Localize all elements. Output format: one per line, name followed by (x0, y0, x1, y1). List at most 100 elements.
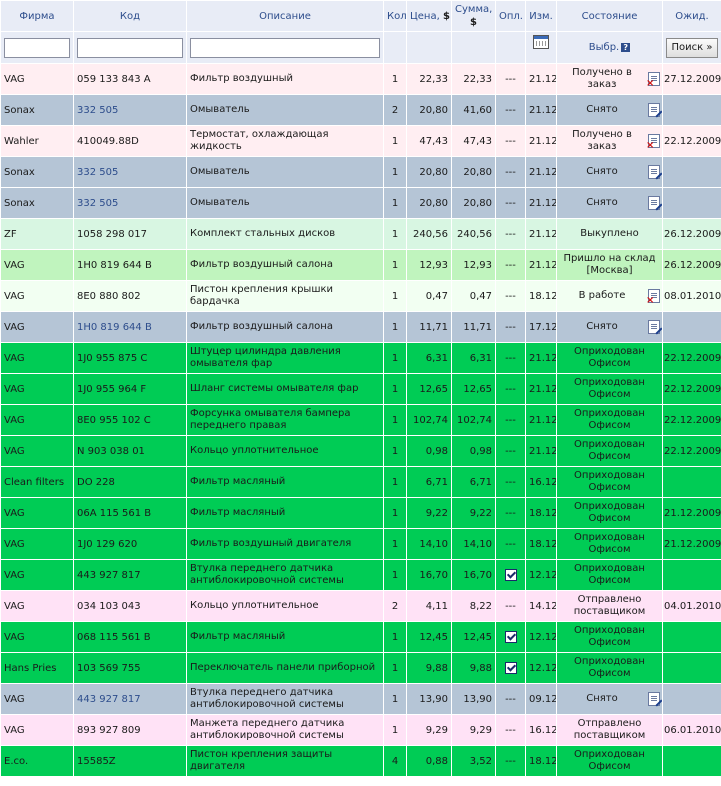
paid-cell: --- (495, 714, 526, 746)
expected-cell: 26.12.2009 (662, 218, 721, 250)
state-text: Снято (586, 321, 618, 332)
help-icon[interactable]: ? (621, 42, 631, 52)
changed-cell: 21.12 (525, 94, 557, 126)
table-row[interactable]: ZF 1058 298 017 Комплект стальных дисков… (0, 218, 721, 250)
paid-checkbox[interactable] (504, 662, 517, 674)
table-row[interactable]: E.co. 15585Z Пистон крепления защиты дви… (0, 745, 721, 777)
filter-firm-input[interactable] (4, 37, 70, 58)
state-wrapper: Отправлено поставщиком (559, 594, 660, 618)
cancel-document-icon[interactable] (646, 134, 660, 151)
col-state[interactable]: Состояние (556, 0, 663, 32)
filter-desc-input[interactable] (190, 37, 380, 58)
state-text: Оприходован Офисом (574, 408, 645, 431)
table-row[interactable]: VAG 1J0 955 875 C Штуцер цилиндра давлен… (0, 342, 721, 374)
desc-cell: Кольцо уплотнительное (186, 435, 384, 467)
state-wrapper: Оприходован Офисом (559, 749, 660, 773)
state-text: Снято (586, 104, 618, 115)
firm-cell: ZF (0, 218, 74, 250)
changed-cell: 21.12 (525, 404, 557, 436)
sum-cell: 22,33 (451, 63, 496, 95)
code-cell: DO 228 (73, 466, 187, 498)
code-cell: 1J0 955 875 C (73, 342, 187, 374)
price-cell: 0,88 (406, 745, 452, 777)
expected-cell: 08.01.2010 (662, 280, 721, 312)
code-link[interactable]: 332 505 (77, 198, 118, 209)
state-cell: Снято (556, 683, 663, 715)
table-row[interactable]: VAG N 903 038 01 Кольцо уплотнительное 1… (0, 435, 721, 467)
table-row[interactable]: VAG 1J0 955 964 F Шланг системы омывател… (0, 373, 721, 405)
sum-cell: 3,52 (451, 745, 496, 777)
state-cell: Оприходован Офисом (556, 466, 663, 498)
col-changed[interactable]: Изм. (525, 0, 557, 32)
code-link[interactable]: 332 505 (77, 105, 118, 116)
code-text: 443 927 817 (77, 569, 141, 581)
search-button[interactable]: Поиск » (666, 37, 718, 58)
select-state-link[interactable]: Выбр. (589, 42, 619, 53)
table-row[interactable]: Wahler 410049.88D Термостат, охлаждающая… (0, 125, 721, 157)
col-paid[interactable]: Опл. (495, 0, 526, 32)
state-cell: Оприходован Офисом (556, 745, 663, 777)
price-cell: 0,98 (406, 435, 452, 467)
state-wrapper: В работе (559, 289, 660, 306)
code-link[interactable]: 443 927 817 (77, 694, 141, 705)
qty-cell: 1 (383, 621, 407, 653)
calendar-icon[interactable] (533, 35, 549, 49)
col-price-label: Цена, (410, 10, 440, 22)
table-row[interactable]: VAG 443 927 817 Втулка переднего датчика… (0, 559, 721, 591)
table-row[interactable]: Clean filters DO 228 Фильтр масляный 1 6… (0, 466, 721, 498)
table-row[interactable]: VAG 059 133 843 A Фильтр воздушный 1 22,… (0, 63, 721, 95)
firm-cell: Sonax (0, 156, 74, 188)
filter-date-cell (525, 31, 557, 64)
state-wrapper: Снято (559, 103, 660, 117)
code-link[interactable]: 1H0 819 644 B (77, 322, 152, 333)
table-row[interactable]: VAG 1H0 819 644 B Фильтр воздушный салон… (0, 311, 721, 343)
price-cell: 12,65 (406, 373, 452, 405)
edit-document-icon[interactable] (648, 320, 660, 334)
desc-cell: Омыватель (186, 187, 384, 219)
table-row[interactable]: Sonax 332 505 Омыватель 2 20,80 41,60 --… (0, 94, 721, 126)
filter-code-cell (73, 31, 187, 64)
code-cell: 8E0 880 802 (73, 280, 187, 312)
desc-cell: Втулка переднего датчика антиблокировочн… (186, 559, 384, 591)
edit-document-icon[interactable] (648, 165, 660, 179)
code-cell: 068 115 561 B (73, 621, 187, 653)
col-firm[interactable]: Фирма (0, 0, 74, 32)
col-sum[interactable]: Сумма, $ (451, 0, 496, 32)
col-price[interactable]: Цена, $ (406, 0, 452, 32)
table-row[interactable]: Sonax 332 505 Омыватель 1 20,80 20,80 --… (0, 156, 721, 188)
firm-cell: VAG (0, 714, 74, 746)
changed-cell: 16.12 (525, 714, 557, 746)
col-expected[interactable]: Ожид. (662, 0, 721, 32)
cancel-document-icon[interactable] (646, 289, 660, 306)
paid-cell: --- (495, 249, 526, 281)
col-qty[interactable]: Кол (383, 0, 407, 32)
paid-checkbox[interactable] (504, 631, 517, 643)
table-row[interactable]: VAG 8E0 880 802 Пистон крепления крышки … (0, 280, 721, 312)
qty-cell: 1 (383, 125, 407, 157)
qty-cell: 1 (383, 497, 407, 529)
code-text: 068 115 561 B (77, 631, 151, 643)
paid-checkbox[interactable] (504, 569, 517, 581)
firm-cell: VAG (0, 404, 74, 436)
table-row[interactable]: VAG 893 927 809 Манжета переднего датчик… (0, 714, 721, 746)
table-row[interactable]: VAG 034 103 043 Кольцо уплотнительное 2 … (0, 590, 721, 622)
edit-document-icon[interactable] (648, 196, 660, 210)
edit-document-icon[interactable] (648, 103, 660, 117)
table-row[interactable]: VAG 8E0 955 102 C Форсунка омывателя бам… (0, 404, 721, 436)
table-row[interactable]: VAG 068 115 561 B Фильтр масляный 1 12,4… (0, 621, 721, 653)
code-link[interactable]: 332 505 (77, 167, 118, 178)
edit-document-icon[interactable] (648, 692, 660, 706)
cancel-document-icon[interactable] (646, 72, 660, 89)
col-desc[interactable]: Описание (186, 0, 384, 32)
expected-cell: 22.12.2009 (662, 125, 721, 157)
filter-code-input[interactable] (77, 37, 183, 58)
expected-cell (662, 683, 721, 715)
filter-empty (383, 31, 407, 64)
table-row[interactable]: VAG 1H0 819 644 B Фильтр воздушный салон… (0, 249, 721, 281)
table-row[interactable]: VAG 06A 115 561 B Фильтр масляный 1 9,22… (0, 497, 721, 529)
col-code[interactable]: Код (73, 0, 187, 32)
table-row[interactable]: VAG 443 927 817 Втулка переднего датчика… (0, 683, 721, 715)
table-row[interactable]: Hans Pries 103 569 755 Переключатель пан… (0, 652, 721, 684)
table-row[interactable]: Sonax 332 505 Омыватель 1 20,80 20,80 --… (0, 187, 721, 219)
table-row[interactable]: VAG 1J0 129 620 Фильтр воздушный двигате… (0, 528, 721, 560)
